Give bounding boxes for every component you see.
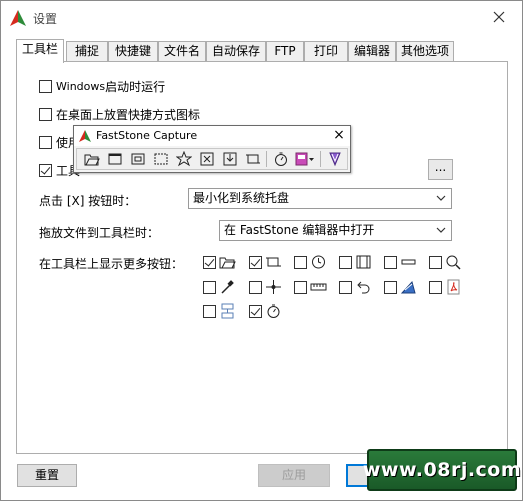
more-button-undo-checkbox[interactable] (339, 280, 352, 294)
more-button-ruler-checkbox[interactable] (294, 280, 307, 294)
more-button-ruler[interactable] (294, 279, 327, 295)
settings-window: 设置 工具栏 捕捉 快捷键 文件名 自动保存 FTP 打印 编辑器 其他选项 W… (0, 0, 523, 501)
timer-icon (267, 304, 280, 318)
toolbar-separator (320, 151, 321, 167)
window-title: 设置 (33, 12, 58, 26)
faststone-toolbar-titlebar[interactable]: FastStone Capture × (74, 126, 350, 146)
tab-hotkeys[interactable]: 快捷键 (108, 41, 158, 62)
tab-ftp[interactable]: FTP (266, 41, 304, 62)
watermark-text: www.08rj.com (362, 459, 522, 481)
more-button-crop-checkbox[interactable] (249, 255, 262, 269)
scrolling-window-icon[interactable] (218, 149, 241, 169)
faststone-logo-icon (9, 9, 27, 27)
more-button-clock-checkbox[interactable] (294, 255, 307, 269)
more-button-minimize[interactable] (384, 254, 417, 270)
more-button-split-screen[interactable] (203, 303, 236, 319)
tab-toolbar[interactable]: 工具栏 (16, 39, 64, 63)
settings-icon[interactable] (323, 149, 346, 169)
browse-button[interactable]: ... (428, 159, 453, 180)
more-button-magnifier[interactable] (429, 254, 462, 270)
tab-autosave[interactable]: 自动保存 (206, 41, 266, 62)
more-button-clock[interactable] (294, 254, 327, 270)
more-button-undo[interactable] (339, 279, 372, 295)
delay-timer-icon[interactable] (269, 149, 292, 169)
more-button-crosshair-checkbox[interactable] (249, 280, 262, 294)
draw-icon (400, 280, 416, 294)
title-bar: 设置 (1, 1, 522, 34)
more-button-draw-checkbox[interactable] (384, 280, 397, 294)
more-button-pdf[interactable] (429, 279, 462, 295)
more-button-open[interactable] (203, 254, 236, 270)
drag-action-label: 拖放文件到工具栏时： (39, 226, 160, 240)
minimize-bar-icon (401, 259, 416, 265)
drag-action-select[interactable]: 在 FastStone 编辑器中打开 (219, 220, 452, 241)
close-action-label: 点击 [X] 按钮时： (39, 194, 137, 208)
windows-autostart-suffix: 启动时运行 (105, 79, 166, 94)
crosshair-icon (266, 280, 281, 294)
faststone-toolbar-title: FastStone Capture (96, 129, 198, 142)
open-folder-icon (219, 257, 236, 269)
active-window-icon[interactable] (103, 149, 126, 169)
apply-button[interactable]: 应用 (258, 464, 330, 487)
more-button-film-checkbox[interactable] (339, 255, 352, 269)
fullscreen-icon[interactable] (195, 149, 218, 169)
pdf-icon (447, 279, 460, 295)
clock-icon (312, 255, 325, 269)
use-checkbox[interactable] (39, 135, 52, 149)
more-button-crop[interactable] (249, 254, 282, 270)
more-button-draw[interactable] (384, 279, 417, 295)
output-icon[interactable] (292, 149, 318, 169)
toolbar-settings-panel: Windows 启动时运行 在桌面上放置快捷方式图标 使用 工具 ... 点击 … (16, 61, 508, 454)
drag-action-value: 在 FastStone 编辑器中打开 (224, 223, 375, 237)
windows-autostart-option[interactable]: Windows 启动时运行 (39, 77, 165, 95)
magnifier-icon (446, 255, 461, 270)
tab-editor[interactable]: 编辑器 (348, 41, 396, 62)
open-icon[interactable] (80, 149, 103, 169)
close-action-value: 最小化到系统托盘 (193, 191, 290, 205)
more-button-pdf-checkbox[interactable] (429, 280, 442, 294)
chevron-down-icon (436, 195, 446, 201)
close-action-select[interactable]: 最小化到系统托盘 (188, 188, 452, 209)
more-button-color-picker[interactable] (203, 279, 236, 295)
chevron-down-icon (436, 227, 446, 233)
more-button-minimize-checkbox[interactable] (384, 255, 397, 269)
fixed-region-icon[interactable] (241, 149, 264, 169)
faststone-logo-icon (78, 129, 92, 143)
ruler-icon (310, 283, 327, 291)
color-picker-icon (221, 280, 234, 294)
more-button-timer-checkbox[interactable] (249, 304, 262, 318)
more-button-film[interactable] (339, 254, 372, 270)
desktop-shortcut-label: 在桌面上放置快捷方式图标 (56, 107, 201, 122)
crop-icon (266, 257, 281, 267)
more-button-color-picker-checkbox[interactable] (203, 280, 216, 294)
more-button-open-checkbox[interactable] (203, 255, 216, 269)
undo-icon (357, 281, 370, 294)
faststone-tool-row (76, 148, 348, 170)
more-button-crosshair[interactable] (249, 279, 282, 295)
tab-other-options[interactable]: 其他选项 (396, 41, 454, 62)
freehand-region-icon[interactable] (172, 149, 195, 169)
tab-print[interactable]: 打印 (304, 41, 348, 62)
desktop-shortcut-option[interactable]: 在桌面上放置快捷方式图标 (39, 105, 200, 123)
film-icon (356, 255, 371, 269)
more-button-timer[interactable] (249, 303, 282, 319)
toolbar-checkbox[interactable] (39, 163, 52, 177)
faststone-capture-toolbar[interactable]: FastStone Capture × (73, 125, 351, 173)
window-close-icon[interactable] (490, 8, 508, 26)
more-button-magnifier-checkbox[interactable] (429, 255, 442, 269)
desktop-shortcut-checkbox[interactable] (39, 107, 52, 121)
faststone-toolbar-close-icon[interactable]: × (332, 127, 346, 143)
reset-button[interactable]: 重置 (17, 464, 77, 487)
windows-autostart-prefix: Windows (56, 79, 106, 93)
toolbar-separator (266, 151, 267, 167)
more-buttons-label: 在工具栏上显示更多按钮： (39, 257, 184, 271)
tab-capture[interactable]: 捕捉 (66, 41, 108, 62)
window-object-icon[interactable] (126, 149, 149, 169)
more-button-split-screen-checkbox[interactable] (203, 304, 216, 318)
site-watermark: www.08rj.com (363, 449, 521, 491)
split-screen-icon (221, 303, 234, 319)
windows-autostart-checkbox[interactable] (39, 79, 52, 93)
tab-filename[interactable]: 文件名 (158, 41, 206, 62)
rectangle-region-icon[interactable] (149, 149, 172, 169)
